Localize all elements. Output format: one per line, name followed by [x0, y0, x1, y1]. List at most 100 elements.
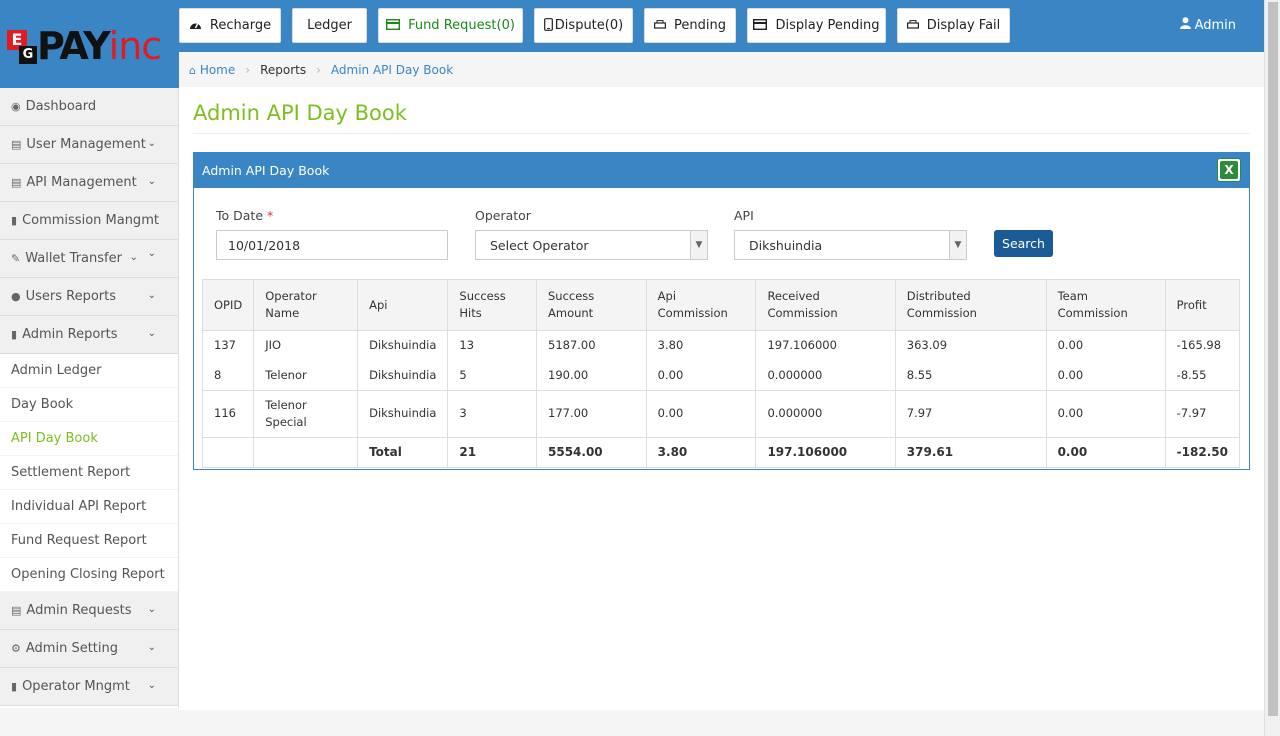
- to-date-input[interactable]: 10/01/2018: [216, 230, 448, 260]
- breadcrumb-separator: ›: [316, 62, 321, 77]
- column-header[interactable]: Api: [357, 279, 449, 331]
- user-icon: [1179, 17, 1191, 33]
- table-cell: Total: [357, 437, 449, 468]
- api-select[interactable]: Dikshuindia ▼: [734, 230, 967, 260]
- dashboard-icon: ◉: [11, 100, 21, 113]
- column-header[interactable]: Operator Name: [253, 279, 359, 331]
- table-cell: 5: [447, 360, 537, 391]
- dispute-button[interactable]: Dispute(0): [534, 8, 633, 43]
- display-pending-button[interactable]: Display Pending: [747, 8, 886, 43]
- to-date-label-text: To Date: [216, 208, 264, 223]
- breadcrumb-home[interactable]: ⌂ Home: [189, 63, 235, 77]
- sidebar-subitem-settlement-report[interactable]: Settlement Report: [0, 456, 178, 490]
- table-cell: -8.55: [1164, 360, 1241, 391]
- pending-button[interactable]: Pending: [644, 8, 736, 43]
- column-header[interactable]: OPID: [201, 279, 255, 331]
- table-cell: 0.00: [645, 390, 757, 438]
- sidebar-item-admin-reports[interactable]: ▮ Admin Reports ⌄: [0, 316, 178, 354]
- breadcrumb-current[interactable]: Admin API Day Book: [331, 63, 453, 77]
- table-cell: 197.106000: [755, 437, 896, 468]
- page-scrollbar[interactable]: [1264, 0, 1280, 736]
- chevron-down-icon: ⌄: [129, 252, 138, 263]
- logo-pay-text: PAY: [37, 24, 111, 68]
- sidebar-subitem-fund-request-report[interactable]: Fund Request Report: [0, 524, 178, 558]
- sidebar-item-api-management[interactable]: ▤ API Management ⌄: [0, 164, 178, 202]
- sidebar-subitem-api-day-book[interactable]: API Day Book: [0, 422, 178, 456]
- logo-mark-icon: E G: [7, 26, 37, 66]
- sidebar-item-user-management[interactable]: ▤ User Management ⌄: [0, 126, 178, 164]
- sidebar-item-label: API Management: [26, 175, 137, 190]
- sidebar-item-operator-mngmt[interactable]: ▮ Operator Mngmt ⌄: [0, 668, 178, 706]
- brand-logo[interactable]: E G PAY inc: [0, 0, 179, 88]
- table-cell: -7.97: [1164, 390, 1241, 438]
- to-date-value: 10/01/2018: [228, 237, 301, 253]
- file-icon: ▮: [11, 214, 18, 227]
- user-menu[interactable]: Admin: [1179, 17, 1236, 33]
- table-cell: Dikshuindia: [357, 390, 449, 438]
- table-cell: 3: [447, 390, 537, 438]
- phone-icon: [543, 17, 553, 34]
- divider: [193, 133, 1250, 134]
- table-cell: Dikshuindia: [357, 360, 449, 391]
- fund-request-label: Fund Request(0): [408, 18, 515, 33]
- panel-title: Admin API Day Book: [202, 163, 330, 178]
- fund-request-button[interactable]: Fund Request(0): [378, 8, 523, 43]
- column-header[interactable]: Success Hits: [447, 279, 537, 331]
- sidebar-item-commission[interactable]: ▮ Commission Mangmt: [0, 202, 178, 240]
- column-header[interactable]: Success Amount: [536, 279, 647, 331]
- column-header[interactable]: Distributed Commission: [894, 279, 1047, 331]
- breadcrumb: ⌂ Home › Reports › Admin API Day Book: [179, 52, 1264, 87]
- display-fail-button[interactable]: Display Fail: [897, 8, 1010, 43]
- sidebar-subitem-day-book[interactable]: Day Book: [0, 388, 178, 422]
- sidebar-item-label: Operator Mngmt: [22, 679, 130, 694]
- required-mark: *: [267, 208, 274, 223]
- sidebar-subitem-opening-closing-report[interactable]: Opening Closing Report: [0, 558, 178, 592]
- credit-card-icon: [386, 18, 401, 33]
- table-row: 8 Telenor Dikshuindia 5 190.00 0.00 0.00…: [201, 360, 1241, 391]
- column-header[interactable]: Profit: [1164, 279, 1241, 331]
- chevron-down-icon: ⌄: [147, 138, 156, 149]
- sidebar-item-dashboard[interactable]: ◉ Dashboard: [0, 88, 178, 126]
- report-panel: Admin API Day Book X To Date * 10/01/201…: [193, 152, 1250, 470]
- sidebar-subitem-admin-ledger[interactable]: Admin Ledger: [0, 354, 178, 388]
- table-header-row: OPID Operator Name Api Success Hits Succ…: [201, 279, 1241, 331]
- table-cell: 0.000000: [755, 390, 896, 438]
- column-header[interactable]: Api Commission: [645, 279, 757, 331]
- table-cell: [201, 437, 255, 468]
- sidebar: ◉ Dashboard ▤ User Management ⌄ ▤ API Ma…: [0, 88, 179, 708]
- printer-icon: [906, 19, 919, 33]
- excel-export-button[interactable]: X: [1217, 158, 1241, 182]
- breadcrumb-reports[interactable]: Reports: [260, 63, 306, 77]
- table-cell: 5554.00: [536, 437, 647, 468]
- dashboard-icon: [189, 19, 202, 33]
- table-cell: 379.61: [894, 437, 1047, 468]
- search-button[interactable]: Search: [994, 230, 1053, 257]
- sidebar-item-admin-setting[interactable]: ⚙ Admin Setting ⌄: [0, 630, 178, 668]
- table-cell: -182.50: [1164, 437, 1241, 468]
- operator-select[interactable]: Select Operator ▼: [475, 230, 708, 260]
- sidebar-subitem-individual-api-report[interactable]: Individual API Report: [0, 490, 178, 524]
- table-cell: JIO: [253, 330, 359, 361]
- column-header[interactable]: Received Commission: [755, 279, 896, 331]
- sidebar-item-label: Wallet Transfer: [25, 251, 122, 266]
- sidebar-item-users-reports[interactable]: ● Users Reports ⌄: [0, 278, 178, 316]
- table-cell: 0.000000: [755, 360, 896, 391]
- table-cell: 0.00: [645, 360, 757, 391]
- scrollbar-thumb[interactable]: [1268, 2, 1278, 716]
- credit-card-icon: [753, 18, 768, 33]
- table-cell: 21: [447, 437, 537, 468]
- table-cell: 0.00: [1045, 437, 1166, 468]
- sidebar-item-label: Dashboard: [25, 99, 97, 114]
- table-cell: 177.00: [536, 390, 647, 438]
- ledger-button[interactable]: Ledger: [292, 8, 367, 43]
- recharge-button[interactable]: Recharge: [179, 8, 281, 43]
- table-cell: Telenor Special: [253, 390, 359, 438]
- sidebar-item-wallet-transfer[interactable]: ✎ Wallet Transfer ⌄ ⌄: [0, 240, 178, 278]
- sidebar-item-label: Admin Reports: [22, 327, 118, 342]
- table-cell: [253, 437, 359, 468]
- sidebar-item-admin-requests[interactable]: ▤ Admin Requests ⌄: [0, 592, 178, 630]
- column-header[interactable]: Team Commission: [1045, 279, 1166, 331]
- pending-label: Pending: [674, 18, 726, 33]
- table-cell: 0.00: [1045, 330, 1166, 361]
- table-cell: 5187.00: [536, 330, 647, 361]
